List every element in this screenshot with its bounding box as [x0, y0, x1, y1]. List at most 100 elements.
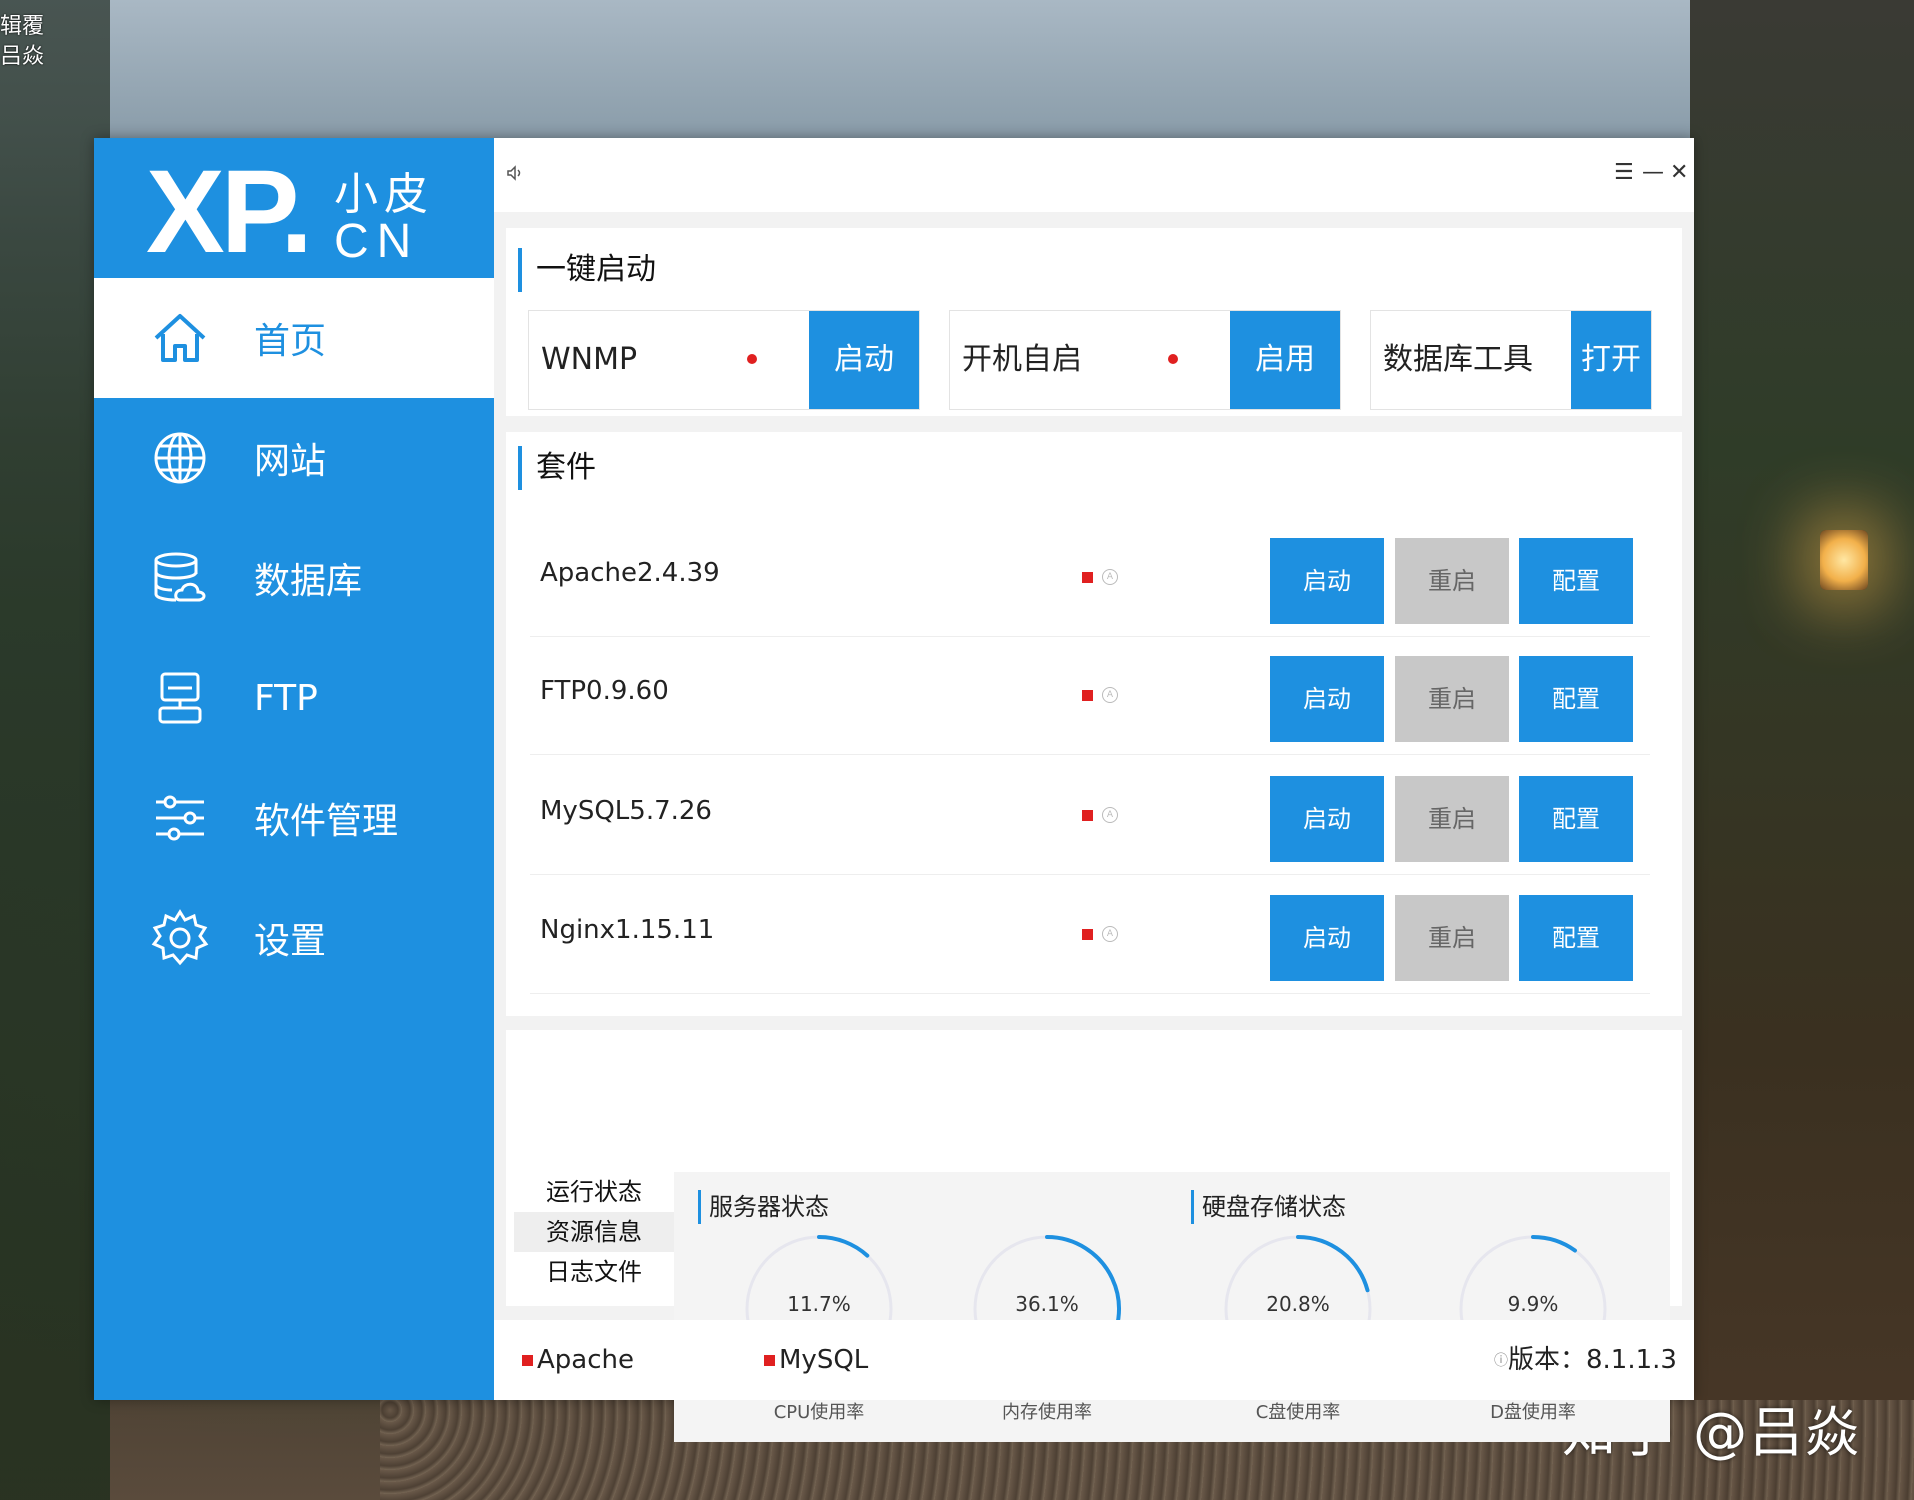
gauge-value: 20.8% — [1266, 1292, 1330, 1316]
speaker-icon[interactable] — [506, 164, 524, 187]
home-icon — [150, 308, 210, 368]
server-status-title: 服务器状态 — [698, 1190, 829, 1224]
version-label: 版本：8.1.1.3 — [1508, 1345, 1677, 1375]
restart-button[interactable]: 重启 — [1395, 656, 1509, 742]
quick-item-label: 数据库工具 — [1371, 311, 1571, 409]
auto-icon: A — [1102, 926, 1118, 942]
sidebar: XP. 小皮 CN 首页 网站 数据库 FTP 软件管理 设置 — [94, 138, 494, 1400]
gauge-arc — [1531, 1235, 1577, 1253]
sidebar-item-software[interactable]: 软件管理 — [94, 758, 494, 878]
minimize-icon[interactable]: — — [1642, 160, 1664, 185]
tab-runtime-status[interactable]: 运行状态 — [514, 1172, 674, 1212]
quick-item-label: 开机自启 — [950, 311, 1230, 409]
title-bar: ☰ — ✕ — [494, 138, 1694, 212]
sidebar-item-ftp[interactable]: FTP — [94, 638, 494, 758]
auto-icon: A — [1102, 569, 1118, 585]
globe-icon — [150, 428, 210, 488]
restart-button[interactable]: 重启 — [1395, 776, 1509, 862]
sidebar-item-settings[interactable]: 设置 — [94, 878, 494, 998]
background-lamp — [1820, 530, 1868, 590]
disk-status-title: 硬盘存储状态 — [1191, 1190, 1346, 1224]
info-icon: ⓘ — [1494, 1353, 1508, 1369]
corner-text-line: 吕焱 — [0, 44, 45, 69]
gauge-caption: 内存使用率 — [1002, 1402, 1092, 1423]
autostart-enable-button[interactable]: 启用 — [1230, 311, 1340, 409]
gauge-arc — [1296, 1235, 1370, 1293]
desktop-corner-text: 辑覆 吕焱 — [0, 12, 44, 72]
quick-label-text: 开机自启 — [962, 342, 1082, 377]
auto-icon: A — [1102, 807, 1118, 823]
status-mysql: MySQL — [764, 1342, 868, 1378]
version-info: ⓘ版本：8.1.1.3 — [1494, 1342, 1677, 1379]
corner-text-line: 辑覆 — [0, 14, 45, 39]
section-title-suite: 套件 — [518, 446, 596, 490]
suite-row-apache: Apache2.4.39 A 启动 重启 配置 — [530, 518, 1650, 637]
status-indicator — [1082, 929, 1093, 940]
suite-row-mysql: MySQL5.7.26 A 启动 重启 配置 — [530, 756, 1650, 875]
sidebar-item-label: FTP — [254, 677, 318, 719]
status-indicator — [522, 1355, 533, 1366]
auto-icon: A — [1102, 687, 1118, 703]
config-button[interactable]: 配置 — [1519, 895, 1633, 981]
sidebar-item-label: 首页 — [254, 321, 327, 362]
gear-icon — [150, 908, 210, 968]
tab-log-files[interactable]: 日志文件 — [514, 1252, 674, 1292]
gauge-value: 11.7% — [787, 1292, 851, 1316]
quick-label-text: WNMP — [541, 342, 638, 377]
sliders-icon — [150, 788, 210, 848]
suite-row-ftp: FTP0.9.60 A 启动 重启 配置 — [530, 636, 1650, 755]
app-window: XP. 小皮 CN 首页 网站 数据库 FTP 软件管理 设置 ☰ — ✕ 一键… — [94, 138, 1694, 1442]
status-indicator — [764, 1355, 775, 1366]
close-icon[interactable]: ✕ — [1670, 160, 1688, 185]
gauge-value: 36.1% — [1015, 1292, 1079, 1316]
restart-button[interactable]: 重启 — [1395, 538, 1509, 624]
suite-name: Apache2.4.39 — [540, 558, 720, 588]
config-button[interactable]: 配置 — [1519, 776, 1633, 862]
sidebar-item-label: 数据库 — [254, 561, 363, 602]
gauge-caption: CPU使用率 — [773, 1402, 865, 1423]
status-dot — [747, 354, 757, 364]
suite-name: FTP0.9.60 — [540, 676, 669, 706]
sidebar-item-label: 软件管理 — [254, 801, 399, 842]
gauge-caption: D盘使用率 — [1490, 1402, 1576, 1423]
suite-row-nginx: Nginx1.15.11 A 启动 重启 配置 — [530, 875, 1650, 994]
config-button[interactable]: 配置 — [1519, 538, 1633, 624]
menu-icon[interactable]: ☰ — [1614, 160, 1634, 185]
gauge-caption: C盘使用率 — [1255, 1402, 1341, 1423]
logo-cn: CN — [334, 215, 420, 268]
database-icon — [150, 548, 210, 608]
status-label: Apache — [537, 1345, 634, 1375]
status-indicator — [1082, 810, 1093, 821]
gauge-arc — [817, 1235, 870, 1258]
status-apache: Apache — [522, 1342, 634, 1378]
status-indicator — [1082, 690, 1093, 701]
wnmp-start-button[interactable]: 启动 — [809, 311, 919, 409]
restart-button[interactable]: 重启 — [1395, 895, 1509, 981]
start-button[interactable]: 启动 — [1270, 776, 1384, 862]
sidebar-item-database[interactable]: 数据库 — [94, 518, 494, 638]
main-content: ☰ — ✕ 一键启动 WNMP 启动 开机自启 启用 数据库工具 打开 套件 A… — [494, 138, 1694, 1442]
status-label: MySQL — [779, 1345, 869, 1375]
quick-item-wnmp: WNMP 启动 — [528, 310, 920, 410]
quick-item-autostart: 开机自启 启用 — [949, 310, 1341, 410]
status-dot — [1168, 354, 1178, 364]
start-button[interactable]: 启动 — [1270, 895, 1384, 981]
gauge-value: 9.9% — [1507, 1292, 1559, 1316]
tab-resource-info[interactable]: 资源信息 — [514, 1212, 674, 1252]
suite-panel: 套件 Apache2.4.39 A 启动 重启 配置 FTP0.9.60 A 启… — [506, 432, 1682, 1016]
sidebar-item-website[interactable]: 网站 — [94, 398, 494, 518]
status-indicator — [1082, 572, 1093, 583]
start-button[interactable]: 启动 — [1270, 656, 1384, 742]
logo-small: 小皮 — [334, 169, 434, 220]
background-trees-right — [1690, 0, 1914, 1500]
config-button[interactable]: 配置 — [1519, 656, 1633, 742]
section-title-quick-start: 一键启动 — [518, 248, 656, 292]
start-button[interactable]: 启动 — [1270, 538, 1384, 624]
logo-xp: XP. — [146, 146, 313, 278]
status-bar: Apache MySQL ⓘ版本：8.1.1.3 — [494, 1320, 1694, 1400]
quick-start-panel: 一键启动 WNMP 启动 开机自启 启用 数据库工具 打开 — [506, 228, 1682, 416]
quick-label-text: 数据库工具 — [1383, 342, 1533, 377]
quick-item-db-tool: 数据库工具 打开 — [1370, 310, 1652, 410]
sidebar-item-home[interactable]: 首页 — [94, 278, 494, 398]
db-tool-open-button[interactable]: 打开 — [1571, 311, 1651, 409]
